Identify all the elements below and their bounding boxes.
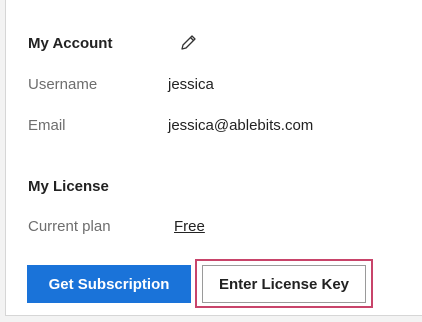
email-value: jessica@ablebits.com [168,117,314,134]
pencil-icon[interactable] [178,33,198,53]
username-label: Username [28,76,98,93]
enter-license-key-button[interactable]: Enter License Key [202,265,366,303]
current-plan-link[interactable]: Free [174,218,205,235]
my-license-heading: My License [28,178,109,195]
my-account-heading: My Account [28,35,113,52]
get-subscription-button[interactable]: Get Subscription [27,265,191,303]
current-plan-label: Current plan [28,218,111,235]
email-label: Email [28,117,66,134]
username-value: jessica [168,76,214,93]
